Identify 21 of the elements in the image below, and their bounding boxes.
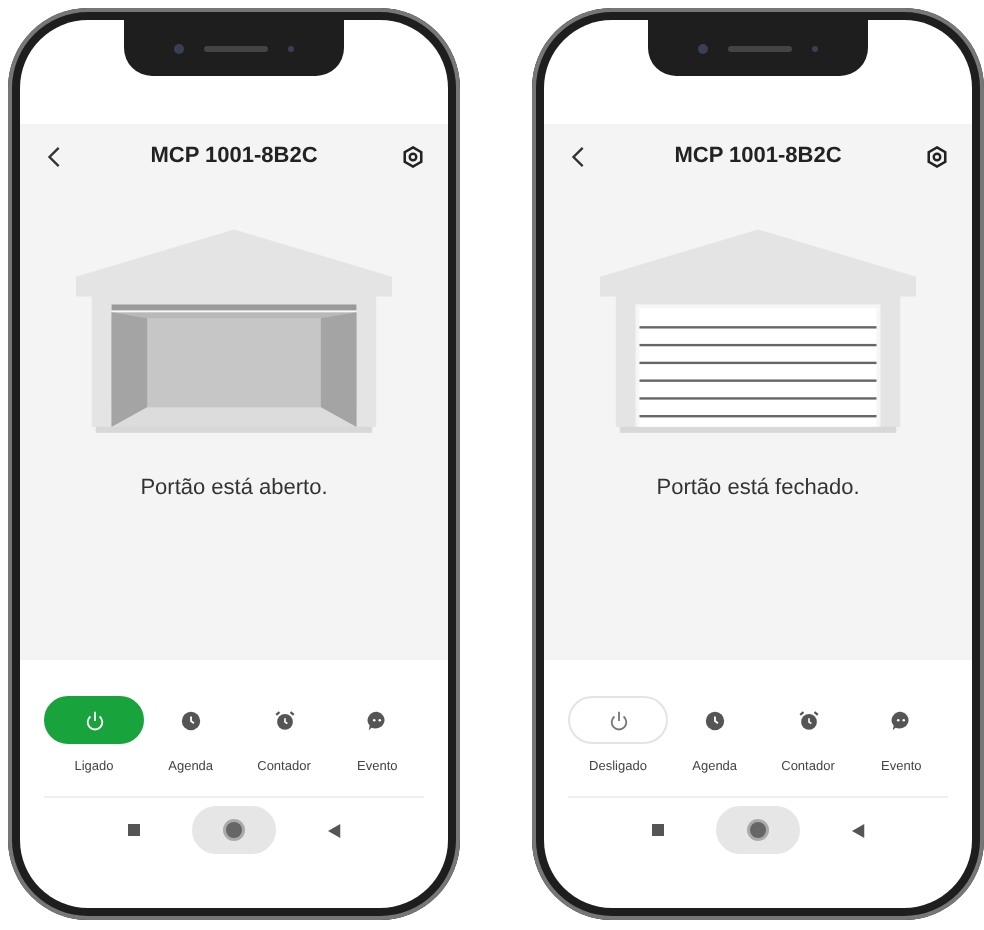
- alarm-clock-icon[interactable]: [273, 709, 295, 731]
- settings-icon[interactable]: [402, 145, 424, 167]
- recents-icon[interactable]: [127, 824, 139, 836]
- power-button[interactable]: [44, 696, 144, 744]
- power-icon: [83, 709, 105, 731]
- gate-status-text: Portão está fechado.: [656, 476, 860, 500]
- device-title: MCP 1001-8B2C: [674, 144, 842, 168]
- back-triangle-icon[interactable]: [851, 823, 865, 837]
- home-button[interactable]: [191, 806, 275, 854]
- alarm-clock-icon[interactable]: [797, 709, 819, 731]
- recents-icon[interactable]: [651, 824, 663, 836]
- home-button[interactable]: [715, 806, 799, 854]
- back-triangle-icon[interactable]: [327, 823, 341, 837]
- clock-icon[interactable]: [703, 709, 726, 731]
- chat-bubble-icon[interactable]: [366, 709, 389, 731]
- gate-status-text: Portão está aberto.: [140, 476, 328, 500]
- clock-icon[interactable]: [179, 709, 202, 731]
- power-icon: [607, 709, 629, 731]
- settings-icon[interactable]: [926, 145, 948, 167]
- device-title: MCP 1001-8B2C: [150, 144, 318, 168]
- chat-bubble-icon[interactable]: [890, 709, 913, 731]
